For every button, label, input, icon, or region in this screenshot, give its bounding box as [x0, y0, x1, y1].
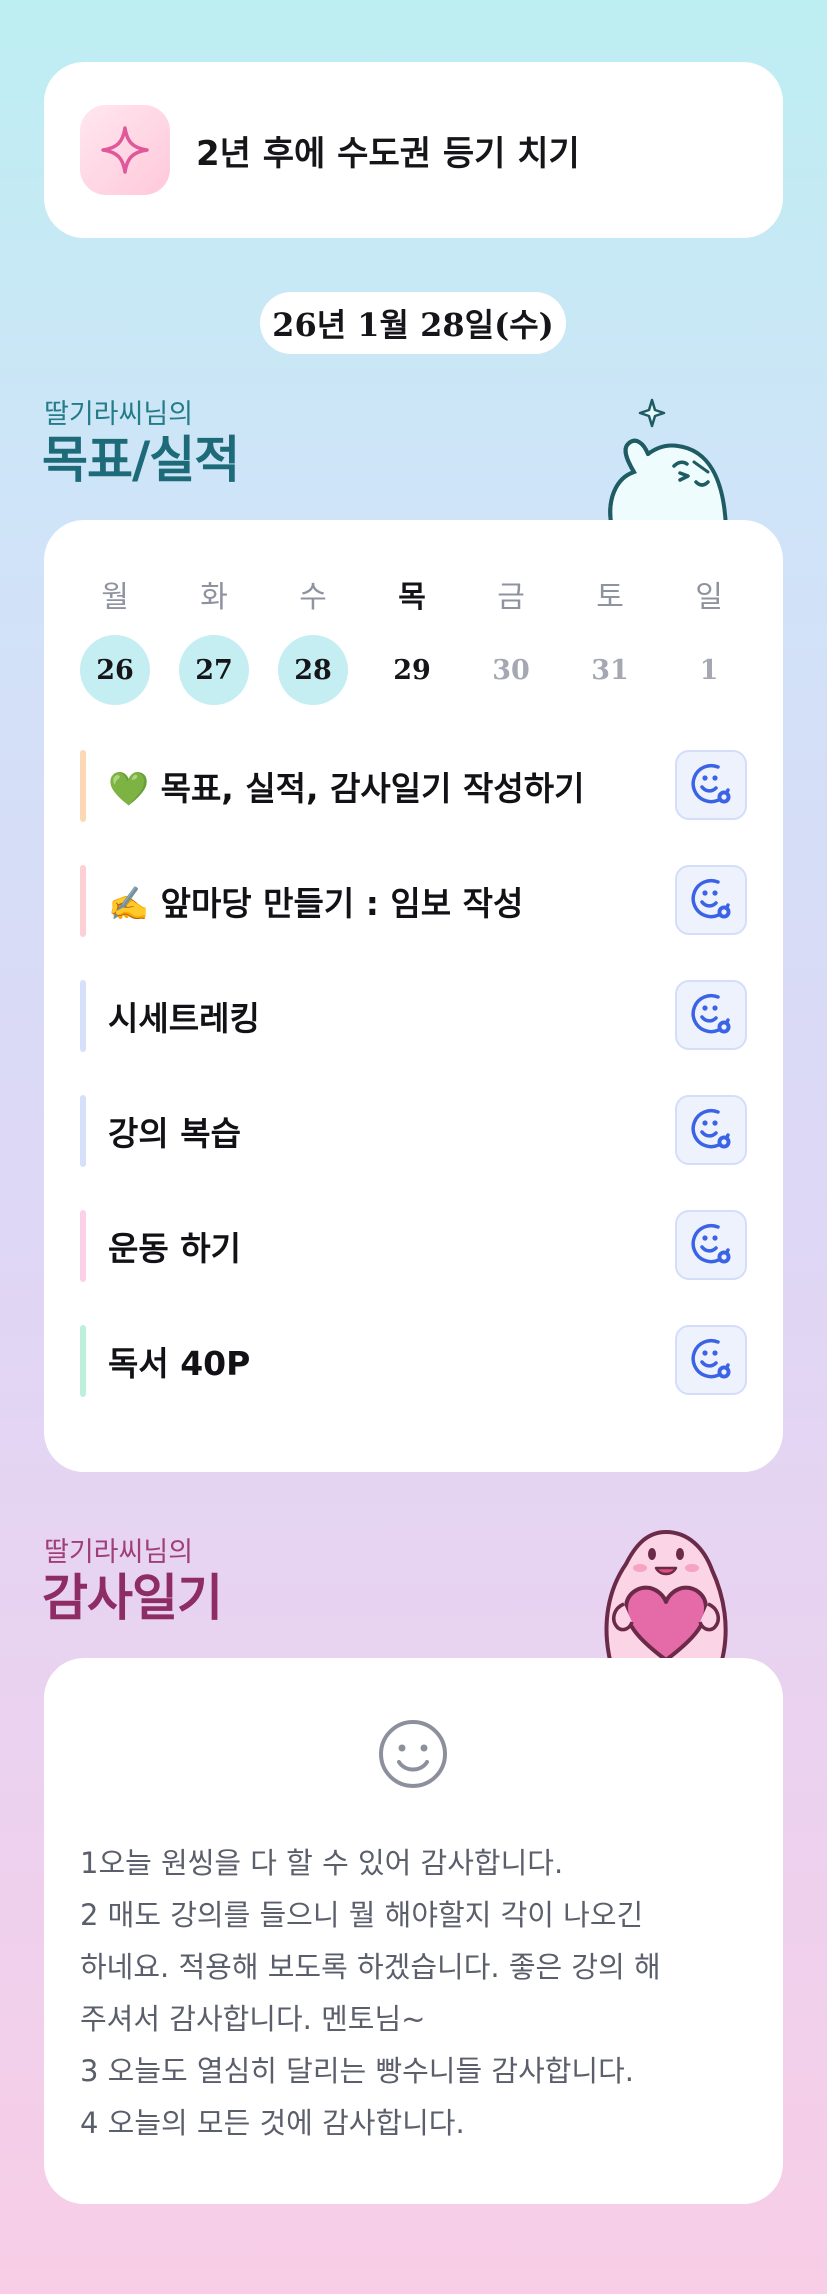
- mascot-waving-icon: [608, 398, 728, 528]
- calendar-date-future[interactable]: 30: [476, 635, 546, 705]
- weekday-label: 월: [101, 580, 129, 615]
- smile-icon: [379, 1720, 447, 1788]
- todo-check-button[interactable]: [675, 980, 747, 1050]
- todo-color-bar: [80, 1095, 86, 1167]
- diary-line: 4 오늘의 모든 것에 감사합니다.: [80, 2106, 465, 2140]
- todo-color-bar: [80, 1210, 86, 1282]
- smile-check-icon: [688, 1105, 734, 1155]
- todo-color-bar: [80, 750, 86, 822]
- todo-color-bar: [80, 865, 86, 937]
- weekday-label: 수: [299, 580, 327, 615]
- goals-card: 월 화 수 목 금 토 일 26 27 28 29 30 31 1 💚 목표, …: [44, 520, 783, 1472]
- todo-color-bar: [80, 1325, 86, 1397]
- todo-text: 운동 하기: [108, 1229, 241, 1268]
- diary-line: 3 오늘도 열심히 달리는 빵수니들 감사합니다.: [80, 2054, 635, 2088]
- diary-line: 2 매도 강의를 들으니 뭘 해야할지 각이 나오긴: [80, 1898, 644, 1932]
- todo-item[interactable]: ✍️ 앞마당 만들기 : 임보 작성: [80, 865, 747, 937]
- todo-item[interactable]: 운동 하기: [80, 1210, 747, 1282]
- calendar-date-done[interactable]: 28: [278, 635, 348, 705]
- weekday-label: 금: [497, 580, 525, 615]
- todo-check-button[interactable]: [675, 1210, 747, 1280]
- sparkle-icon: [80, 105, 170, 195]
- diary-section-title: 감사일기: [42, 1569, 223, 1627]
- smile-check-icon: [688, 875, 734, 925]
- todo-color-bar: [80, 980, 86, 1052]
- calendar-date-future[interactable]: 1: [674, 635, 744, 705]
- goal-text: 2년 후에 수도권 등기 치기: [196, 133, 580, 174]
- smile-check-icon: [688, 1220, 734, 1270]
- todo-item[interactable]: 시세트레킹: [80, 980, 747, 1052]
- todo-text: 시세트레킹: [108, 999, 260, 1038]
- weekday-label-today: 목: [398, 580, 426, 615]
- todo-item[interactable]: 강의 복습: [80, 1095, 747, 1167]
- calendar-date-today[interactable]: 29: [377, 635, 447, 705]
- todo-text: 독서 40P: [108, 1344, 251, 1383]
- todo-check-button[interactable]: [675, 865, 747, 935]
- todo-text: 💚 목표, 실적, 감사일기 작성하기: [108, 769, 585, 808]
- todo-text: ✍️ 앞마당 만들기 : 임보 작성: [108, 884, 524, 923]
- weekday-label: 화: [200, 580, 228, 615]
- date-pill[interactable]: 26년 1월 28일(수): [260, 292, 566, 354]
- mascot-heart-icon: [604, 1530, 728, 1660]
- diary-line: 주셔서 감사합니다. 멘토님~: [80, 2002, 426, 2036]
- smile-check-icon: [688, 1335, 734, 1385]
- calendar-date-future[interactable]: 31: [575, 635, 645, 705]
- calendar-date-done[interactable]: 26: [80, 635, 150, 705]
- calendar-date-done[interactable]: 27: [179, 635, 249, 705]
- todo-check-button[interactable]: [675, 1325, 747, 1395]
- smile-check-icon: [688, 760, 734, 810]
- todo-item[interactable]: 독서 40P: [80, 1325, 747, 1397]
- todo-check-button[interactable]: [675, 1095, 747, 1165]
- smile-check-icon: [688, 990, 734, 1040]
- diary-line: 하네요. 적용해 보도록 하겠습니다. 좋은 강의 해: [80, 1950, 661, 1984]
- todo-text: 강의 복습: [108, 1114, 241, 1153]
- diary-card: 1오늘 원씽을 다 할 수 있어 감사합니다. 2 매도 강의를 들으니 뭘 해…: [44, 1658, 783, 2204]
- diary-line: 1오늘 원씽을 다 할 수 있어 감사합니다.: [80, 1846, 564, 1880]
- goals-section-title: 목표/실적: [42, 431, 240, 489]
- todo-item[interactable]: 💚 목표, 실적, 감사일기 작성하기: [80, 750, 747, 822]
- weekday-label: 토: [596, 580, 624, 615]
- todo-check-button[interactable]: [675, 750, 747, 820]
- goal-banner: 2년 후에 수도권 등기 치기: [44, 62, 783, 238]
- weekday-label: 일: [695, 580, 723, 615]
